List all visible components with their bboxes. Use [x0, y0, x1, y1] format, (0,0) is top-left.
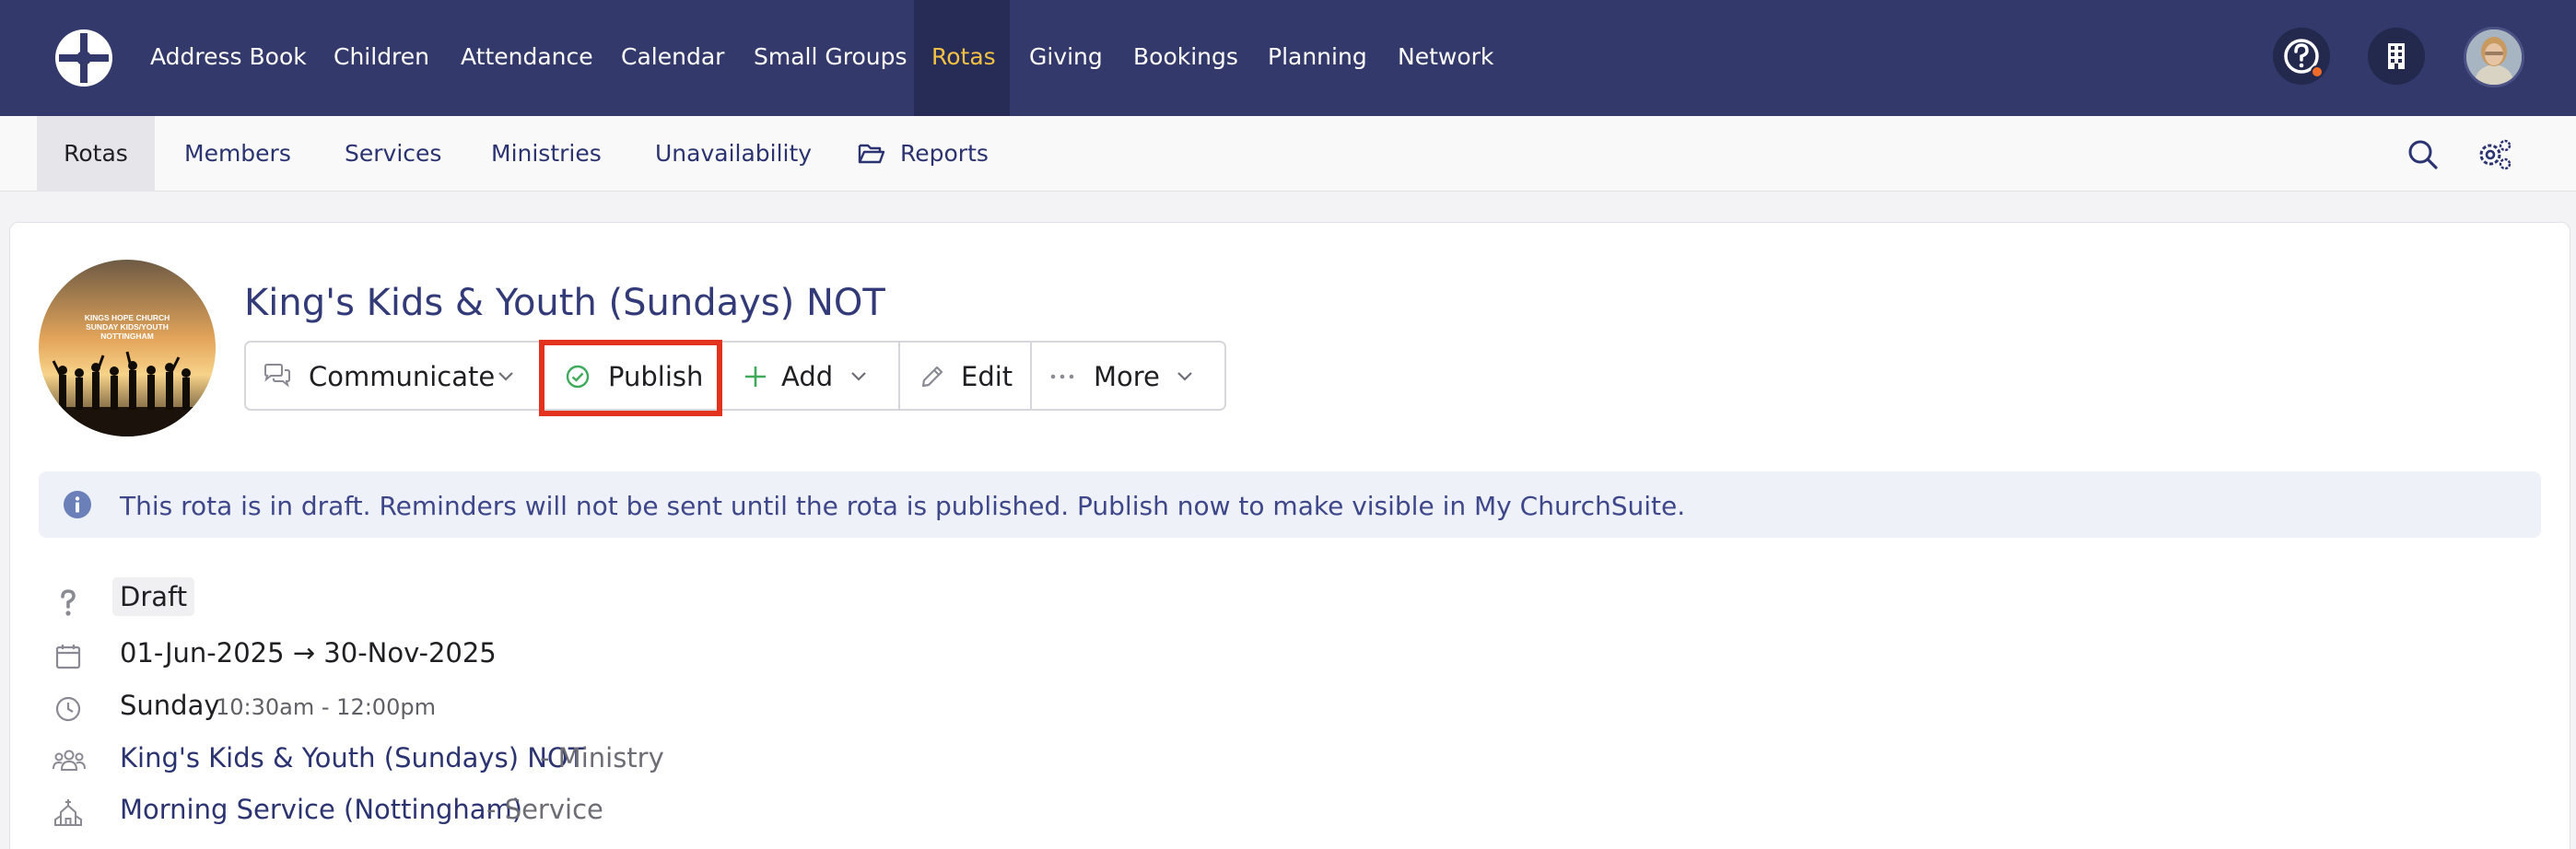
status-badge: Draft: [112, 577, 195, 616]
publish-highlight: [539, 340, 722, 416]
more-label: More: [1094, 361, 1160, 392]
rota-image-caption: KINGS HOPE CHURCH SUNDAY KIDS/YOUTH NOTT…: [84, 313, 170, 341]
subnav-reports-label: Reports: [900, 140, 989, 167]
subnav-ministries[interactable]: Ministries: [491, 116, 602, 192]
draft-info-banner: This rota is in draft. Reminders will no…: [39, 471, 2541, 538]
rota-day: Sunday: [120, 690, 220, 721]
nav-attendance[interactable]: Attendance: [442, 0, 612, 116]
nav-children[interactable]: Children: [315, 0, 448, 116]
nav-calendar[interactable]: Calendar: [603, 0, 743, 116]
subnav-services[interactable]: Services: [345, 116, 441, 192]
rota-image: KINGS HOPE CHURCH SUNDAY KIDS/YOUTH NOTT…: [39, 260, 216, 436]
info-banner-text: This rota is in draft. Reminders will no…: [120, 491, 1686, 521]
chevron-down-icon: [851, 372, 866, 381]
help-button[interactable]: [2273, 28, 2330, 85]
nav-planning[interactable]: Planning: [1249, 0, 1386, 116]
info-icon: [64, 491, 91, 518]
page-title: King's Kids & Youth (Sundays) NOT: [244, 282, 885, 324]
building-icon: [2388, 43, 2405, 69]
nav-address-book[interactable]: Address Book: [132, 0, 325, 116]
nav-small-groups[interactable]: Small Groups: [735, 0, 926, 116]
search-icon[interactable]: [2405, 136, 2441, 173]
add-label: Add: [781, 361, 834, 392]
more-button[interactable]: More: [1032, 341, 1224, 411]
ministry-suffix: - Ministry: [540, 742, 664, 773]
people-icon: [53, 750, 86, 771]
nav-giving[interactable]: Giving: [1011, 0, 1121, 116]
communicate-button[interactable]: Communicate: [246, 341, 539, 411]
nav-rotas[interactable]: Rotas: [914, 0, 1010, 116]
churchsuite-logo-icon[interactable]: [53, 27, 115, 89]
chevron-down-icon: [498, 372, 513, 381]
clock-icon: [55, 696, 81, 722]
calendar-icon: [55, 645, 81, 669]
ellipsis-icon: [1050, 374, 1074, 379]
folder-icon: [858, 144, 885, 164]
church-icon: [54, 799, 82, 826]
add-button[interactable]: Add: [723, 341, 898, 411]
nav-network[interactable]: Network: [1379, 0, 1512, 116]
service-suffix: - Service: [486, 794, 603, 825]
top-navigation: Address Book Children Attendance Calenda…: [0, 0, 2576, 116]
subnav-rotas[interactable]: Rotas: [37, 116, 155, 192]
pencil-icon: [921, 366, 943, 388]
notification-dot: [2311, 65, 2324, 78]
settings-icon[interactable]: [2476, 136, 2513, 173]
sites-button[interactable]: [2368, 28, 2425, 85]
nav-bookings[interactable]: Bookings: [1115, 0, 1257, 116]
communicate-label: Communicate: [309, 361, 496, 392]
subnav-unavailability[interactable]: Unavailability: [655, 116, 812, 192]
question-mark-icon: [61, 589, 76, 616]
edit-label: Edit: [961, 361, 1013, 392]
edit-button[interactable]: Edit: [900, 341, 1030, 411]
service-link[interactable]: Morning Service (Nottingham): [120, 794, 522, 825]
rota-time: 10:30am - 12:00pm: [216, 694, 436, 720]
user-avatar[interactable]: [2464, 27, 2524, 87]
sub-navigation: Rotas Members Services Ministries Unavai…: [0, 116, 2576, 192]
ministry-link[interactable]: King's Kids & Youth (Sundays) NOT: [120, 742, 584, 773]
date-range: 01-Jun-2025 → 30-Nov-2025: [120, 637, 497, 669]
subnav-members[interactable]: Members: [184, 116, 291, 192]
plus-icon: [745, 366, 766, 387]
chevron-down-icon: [1177, 372, 1192, 381]
chat-icon: [264, 364, 290, 388]
